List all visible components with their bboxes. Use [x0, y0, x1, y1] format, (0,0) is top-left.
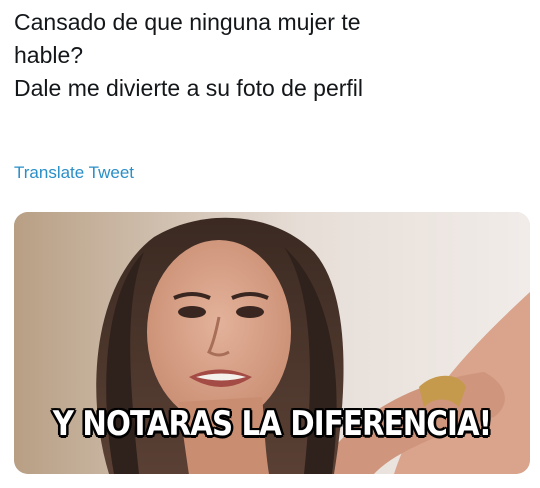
- tweet-media-image[interactable]: Y NOTARAS LA DIFERENCIA!: [14, 212, 530, 474]
- meme-caption: Y NOTARAS LA DIFERENCIA!: [52, 404, 492, 444]
- tweet-text: Cansado de que ninguna mujer te hable? D…: [14, 6, 526, 105]
- tweet-line-1: Cansado de que ninguna mujer te: [14, 9, 361, 35]
- translate-tweet-link[interactable]: Translate Tweet: [14, 162, 134, 184]
- tweet-line-2: hable?: [14, 42, 84, 68]
- tweet-line-3: Dale me divierte a su foto de perfil: [14, 75, 364, 101]
